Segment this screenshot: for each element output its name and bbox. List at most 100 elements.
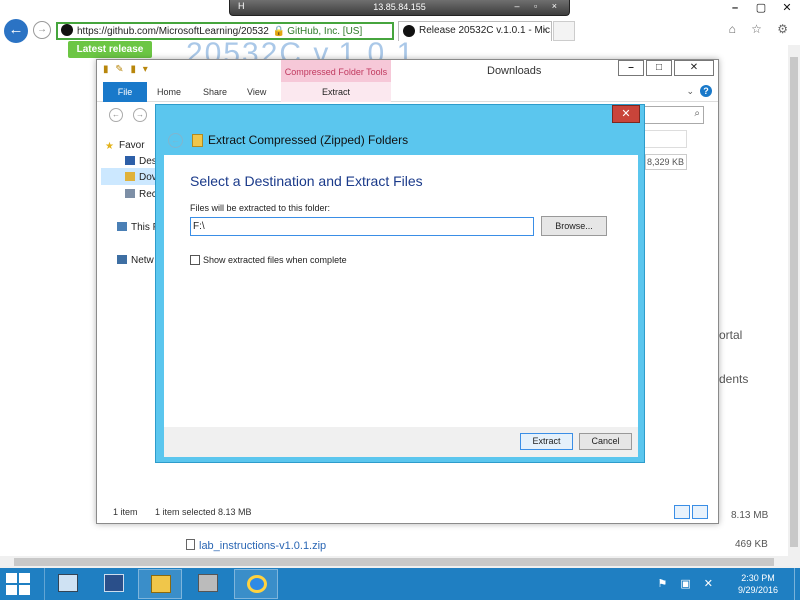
windows-logo-pane bbox=[19, 573, 30, 583]
page-text-students: dents bbox=[719, 372, 749, 386]
status-selection: 1 item selected 8.13 MB bbox=[155, 507, 252, 517]
ribbon-tab-view[interactable]: View bbox=[247, 82, 266, 102]
cancel-button[interactable]: Cancel bbox=[579, 433, 632, 450]
compressed-folder-tools-group: Compressed Folder Tools bbox=[281, 60, 391, 82]
latest-release-badge: Latest release bbox=[68, 41, 152, 58]
page-text-portal: ortal bbox=[719, 328, 743, 342]
ribbon-tab-file[interactable]: File bbox=[103, 82, 147, 102]
tab-title: Release 20532C v.1.0.1 - Mic... bbox=[419, 25, 552, 36]
horizontal-scrollbar[interactable] bbox=[0, 556, 800, 568]
remote-session-bar: H 13.85.84.155 – ▫ × bbox=[229, 0, 570, 16]
powershell-icon bbox=[104, 574, 124, 592]
browser-maximize-button[interactable]: ▢ bbox=[748, 0, 774, 18]
tab-close-button[interactable]: × bbox=[542, 22, 548, 40]
ribbon-tab-extract[interactable]: Extract bbox=[281, 82, 391, 102]
system-tray[interactable]: ⚑ ▣ ✕ bbox=[657, 577, 718, 590]
vertical-scroll-thumb[interactable] bbox=[790, 57, 798, 547]
browser-tab[interactable]: Release 20532C v.1.0.1 - Mic... × bbox=[398, 21, 552, 41]
show-desktop-button[interactable] bbox=[794, 568, 800, 600]
taskbar-server-manager[interactable] bbox=[46, 569, 90, 599]
destination-path-input[interactable] bbox=[190, 217, 534, 236]
large-icons-view-button[interactable] bbox=[692, 505, 708, 519]
computer-icon bbox=[117, 222, 127, 231]
browser-close-button[interactable]: ✕ bbox=[774, 0, 800, 18]
browser-toolbar-icons[interactable]: ⌂ ☆ ⚙ bbox=[729, 22, 794, 36]
ribbon-tab-share[interactable]: Share bbox=[203, 82, 227, 102]
zipped-folder-icon bbox=[192, 134, 203, 147]
explorer-close-button[interactable]: ✕ bbox=[674, 60, 714, 76]
taskbar-file-explorer[interactable] bbox=[138, 569, 182, 599]
extract-button[interactable]: Extract bbox=[520, 433, 573, 450]
github-icon bbox=[61, 24, 73, 36]
show-files-checkbox-row[interactable]: Show extracted files when complete bbox=[190, 255, 347, 265]
taskbar-powershell[interactable] bbox=[92, 569, 136, 599]
browse-button[interactable]: Browse... bbox=[541, 216, 607, 236]
dialog-back-button[interactable]: ← bbox=[168, 133, 183, 148]
explorer-titlebar: ▮ ✎ ▮ ▾ Compressed Folder Tools Download… bbox=[97, 60, 718, 82]
explorer-maximize-button[interactable]: □ bbox=[646, 60, 672, 76]
sidebar-item-recent[interactable]: Rec bbox=[125, 189, 157, 200]
address-bar[interactable]: https://github.com/MicrosoftLearning/205… bbox=[56, 22, 394, 40]
details-view-button[interactable] bbox=[674, 505, 690, 519]
recent-places-icon bbox=[125, 189, 135, 198]
sidebar-item-downloads[interactable]: Dov bbox=[125, 172, 157, 183]
dialog-close-button[interactable]: ✕ bbox=[612, 105, 640, 123]
explorer-minimize-button[interactable]: – bbox=[618, 60, 644, 76]
sidebar-item-network[interactable]: Netw bbox=[117, 255, 154, 266]
help-icon[interactable]: ? bbox=[700, 85, 712, 97]
forward-button[interactable]: → bbox=[33, 21, 51, 39]
explorer-back-button[interactable]: ← bbox=[109, 108, 123, 122]
sidebar-label-network: Netw bbox=[131, 255, 154, 266]
back-button[interactable]: ← bbox=[4, 19, 28, 43]
show-files-checkbox[interactable] bbox=[190, 255, 200, 265]
dialog-body: Select a Destination and Extract Files F… bbox=[164, 155, 638, 427]
start-button[interactable] bbox=[6, 573, 32, 595]
dialog-footer: Extract Cancel bbox=[164, 427, 638, 457]
dialog-header: ← Extract Compressed (Zipped) Folders bbox=[164, 125, 638, 155]
asset-zip-size: 469 KB bbox=[735, 539, 768, 550]
vertical-scrollbar[interactable] bbox=[788, 45, 800, 556]
status-item-count: 1 item bbox=[113, 507, 138, 517]
zip-file-icon bbox=[186, 539, 195, 550]
asset-link[interactable]: lab_instructions-v1.0.1.zip bbox=[186, 539, 326, 552]
explorer-window-controls: – □ ✕ bbox=[616, 60, 714, 76]
explorer-forward-button[interactable]: → bbox=[133, 108, 147, 122]
windows-logo-pane bbox=[19, 585, 30, 595]
extract-dialog: ✕ ← Extract Compressed (Zipped) Folders … bbox=[155, 104, 645, 463]
desktop-icon bbox=[125, 156, 135, 165]
dialog-heading: Select a Destination and Extract Files bbox=[190, 173, 423, 189]
asset-size: 8.13 MB bbox=[731, 510, 769, 521]
printer-icon bbox=[198, 574, 218, 592]
taskbar-printer-app[interactable] bbox=[186, 569, 230, 599]
quick-access-toolbar[interactable]: ▮ ✎ ▮ ▾ bbox=[103, 64, 150, 75]
sidebar-label-favorites: Favor bbox=[119, 140, 145, 151]
ribbon: File Home Share View Extract ⌄? bbox=[97, 82, 718, 102]
view-toggle bbox=[672, 505, 708, 527]
taskbar-separator bbox=[44, 568, 45, 600]
site-identity[interactable]: GitHub, Inc. [US] bbox=[287, 26, 362, 37]
browser-minimize-button[interactable]: – bbox=[722, 0, 748, 18]
ie-icon bbox=[247, 575, 267, 593]
sidebar-item-this-pc[interactable]: This P bbox=[117, 222, 159, 233]
new-tab-button[interactable] bbox=[553, 21, 575, 41]
show-files-label[interactable]: Show extracted files when complete bbox=[203, 255, 347, 265]
sidebar-item-desktop[interactable]: Des bbox=[125, 156, 157, 167]
downloads-folder-icon bbox=[125, 172, 135, 181]
taskbar-clock[interactable]: 2:30 PM 9/29/2016 bbox=[738, 572, 778, 596]
horizontal-scroll-thumb[interactable] bbox=[14, 558, 774, 566]
ribbon-tab-home[interactable]: Home bbox=[157, 82, 181, 102]
search-icon: ⌕ bbox=[694, 108, 700, 119]
taskbar: ⚑ ▣ ✕ 2:30 PM 9/29/2016 bbox=[0, 568, 800, 600]
remote-bar-controls[interactable]: – ▫ × bbox=[515, 1, 563, 11]
address-url: https://github.com/MicrosoftLearning/205… bbox=[77, 26, 269, 37]
browser-window-controls: – ▢ ✕ bbox=[722, 0, 800, 18]
windows-logo-pane bbox=[6, 585, 17, 595]
windows-logo-pane bbox=[6, 573, 17, 583]
clock-date: 9/29/2016 bbox=[737, 585, 778, 595]
ribbon-expand[interactable]: ⌄? bbox=[686, 85, 712, 97]
asset-name[interactable]: lab_instructions-v1.0.1.zip bbox=[199, 540, 326, 552]
file-size-cell: 8,329 KB bbox=[645, 154, 687, 170]
destination-label: Files will be extracted to this folder: bbox=[190, 203, 331, 213]
taskbar-internet-explorer[interactable] bbox=[234, 569, 278, 599]
sidebar-item-favorites[interactable]: ★ Favor bbox=[105, 140, 145, 152]
